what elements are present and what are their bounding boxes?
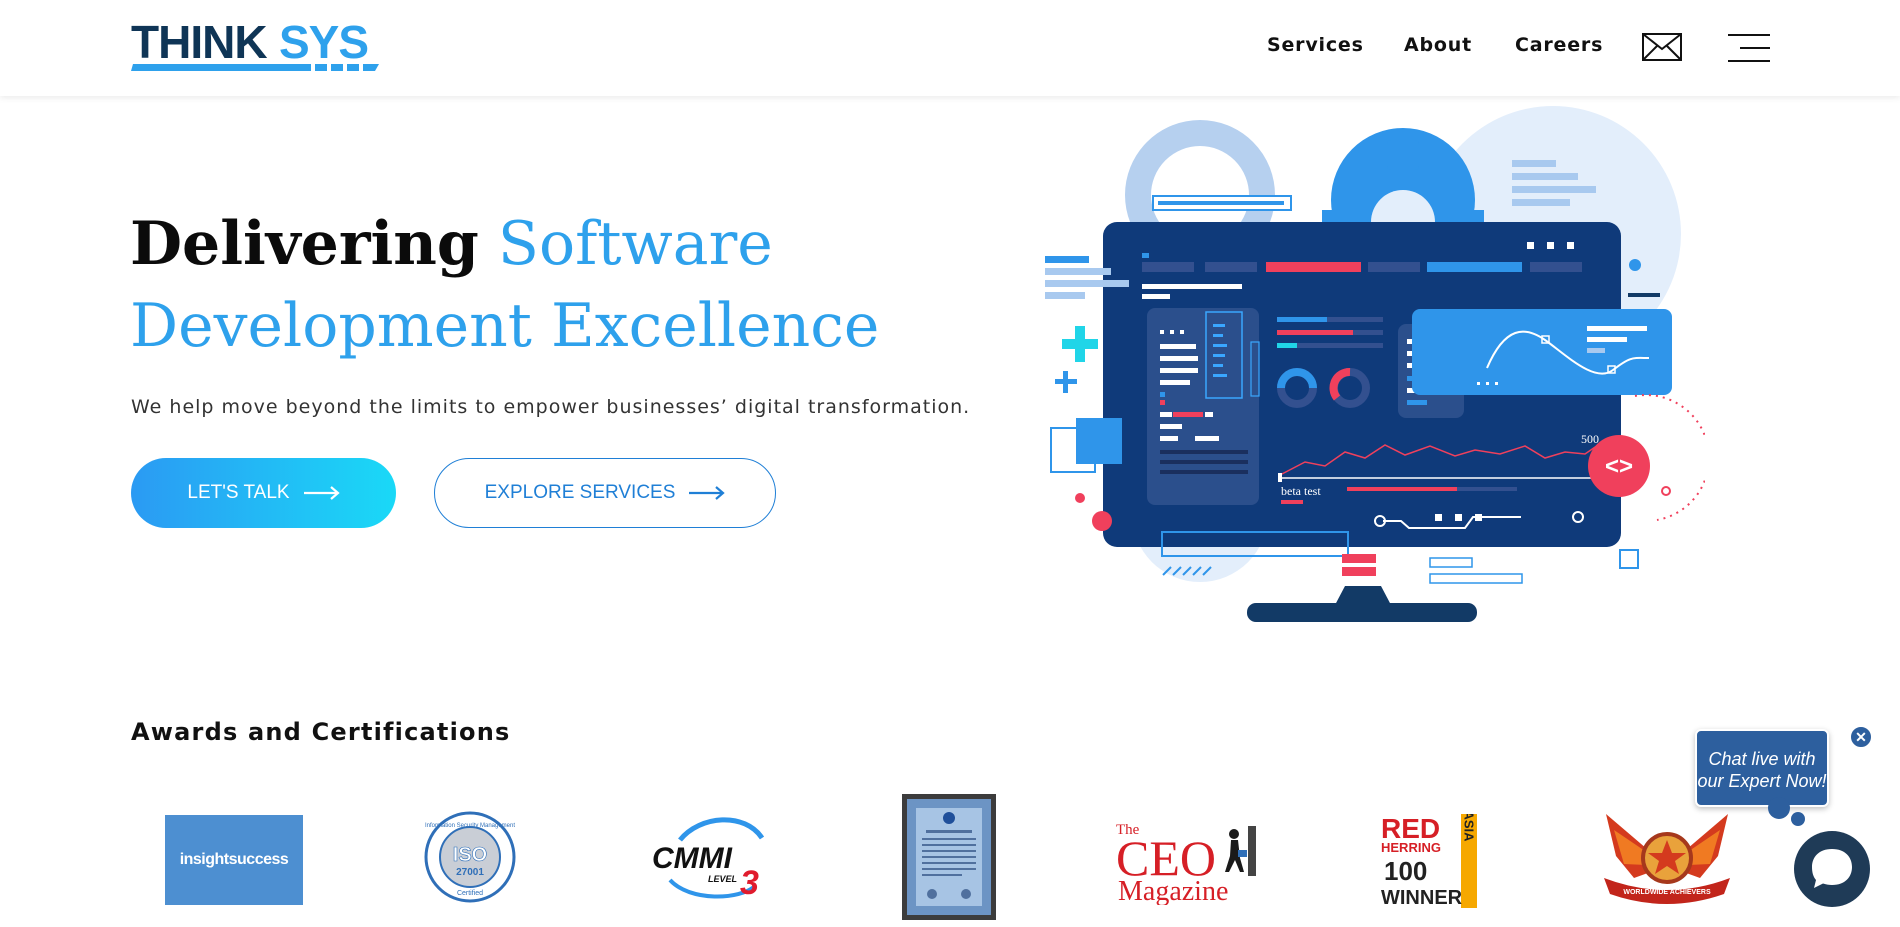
svg-text:SYS: SYS xyxy=(279,18,368,68)
hero-title-blue-2: Development Excellence xyxy=(130,291,880,361)
framed-certificate-image xyxy=(902,794,996,920)
thinksys-logo[interactable]: THINK SYS xyxy=(131,18,381,74)
svg-text:WORLDWIDE ACHIEVERS: WORLDWIDE ACHIEVERS xyxy=(1623,889,1711,896)
cmmi-level-3-logo: CMMI LEVEL 3 xyxy=(652,817,765,902)
chat-launcher-button[interactable] xyxy=(1794,831,1870,907)
svg-text:<>: <> xyxy=(1605,453,1633,480)
svg-text:500: 500 xyxy=(1581,432,1599,446)
chat-bubble-tail xyxy=(1768,797,1790,819)
chat-close-button[interactable]: ✕ xyxy=(1849,725,1873,749)
nav-services[interactable]: Services xyxy=(1267,34,1364,56)
nav-about[interactable]: About xyxy=(1404,34,1472,56)
lets-talk-button[interactable]: LET'S TALK xyxy=(131,458,396,528)
svg-text:3: 3 xyxy=(740,864,759,902)
mail-icon[interactable] xyxy=(1642,33,1682,61)
svg-text:100: 100 xyxy=(1384,856,1427,886)
hero-illustration: 500 beta test <> xyxy=(1045,106,1705,622)
insightsuccess-text: insightsuccess xyxy=(179,851,289,868)
lets-talk-label: LET'S TALK xyxy=(187,482,290,503)
hero-title-dark: Delivering xyxy=(130,209,479,279)
chat-icon xyxy=(1812,849,1852,888)
svg-text:LEVEL: LEVEL xyxy=(708,874,737,884)
hamburger-icon[interactable] xyxy=(1728,33,1770,63)
insightsuccess-logo: insightsuccess xyxy=(165,815,303,905)
svg-text:Certified: Certified xyxy=(457,890,483,897)
svg-text:CMMI: CMMI xyxy=(652,842,733,875)
arrow-right-icon xyxy=(689,486,726,500)
chat-bubble-tail-small xyxy=(1791,812,1805,826)
nav-careers[interactable]: Careers xyxy=(1515,34,1603,56)
chat-invite-bubble[interactable]: Chat live with our Expert Now! xyxy=(1695,729,1829,807)
explore-services-label: EXPLORE SERVICES xyxy=(484,482,676,503)
svg-text:Magazine: Magazine xyxy=(1118,876,1228,905)
svg-text:beta test: beta test xyxy=(1281,484,1321,498)
explore-services-button[interactable]: EXPLORE SERVICES xyxy=(434,458,776,528)
hero-title-blue-1: Software xyxy=(497,209,773,279)
awards-heading: Awards and Certifications xyxy=(131,718,511,746)
worldwide-achievers-badge: WORLDWIDE ACHIEVERS xyxy=(1604,814,1730,904)
svg-text:HERRING: HERRING xyxy=(1381,840,1441,855)
iso-27001-badge: Information Security Management ISO 2700… xyxy=(424,811,516,903)
site-header: THINK SYS Services About Careers xyxy=(0,0,1900,96)
svg-text:27001: 27001 xyxy=(456,867,484,878)
svg-text:THINK: THINK xyxy=(131,18,267,68)
hero-title: Delivering Software Development Excellen… xyxy=(130,203,990,367)
svg-text:Information Security Managemen: Information Security Management xyxy=(425,823,515,829)
ceo-magazine-logo: The CEO Magazine xyxy=(1116,822,1256,905)
svg-text:WINNER: WINNER xyxy=(1381,887,1463,908)
arrow-right-icon xyxy=(303,486,340,500)
svg-text:ISO: ISO xyxy=(453,844,487,866)
hero-subtitle: We help move beyond the limits to empowe… xyxy=(131,396,971,418)
svg-text:ASIA: ASIA xyxy=(1462,814,1477,842)
red-herring-asia-100-winner-logo: RED HERRING 100 WINNER ASIA xyxy=(1381,814,1477,908)
